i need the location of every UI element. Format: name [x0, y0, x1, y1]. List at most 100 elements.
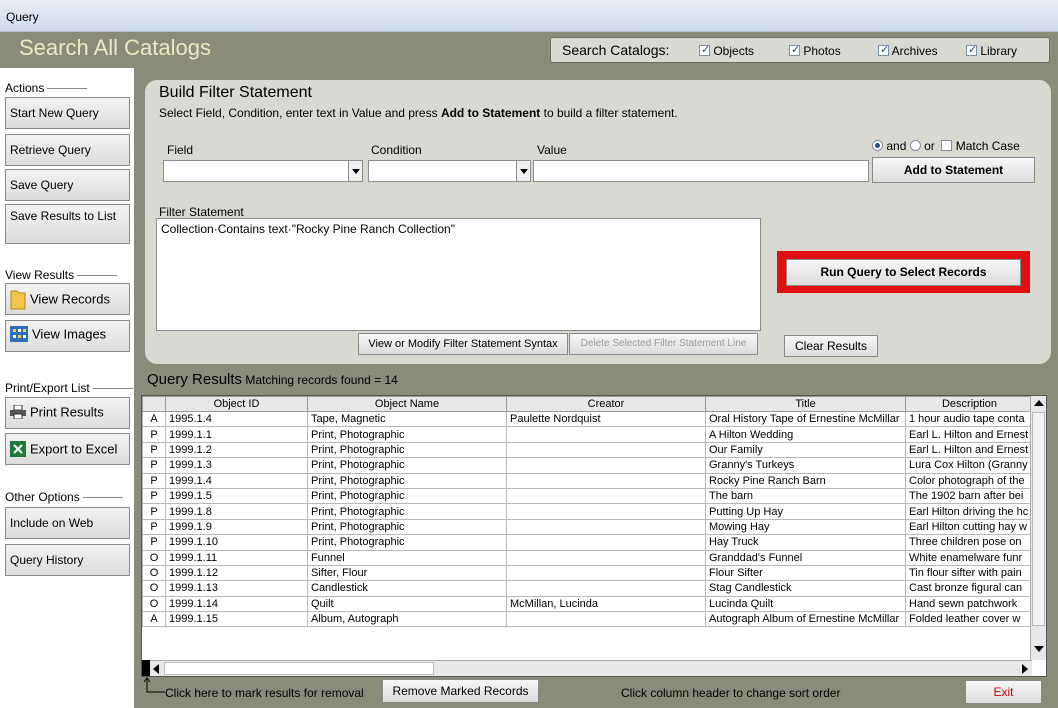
- cell-object-name[interactable]: Funnel: [307, 549, 507, 566]
- cell-catalog[interactable]: A: [142, 611, 166, 628]
- scroll-up-icon[interactable]: [1034, 400, 1044, 406]
- cell-description[interactable]: Earl L. Hilton and Ernest: [905, 441, 1034, 459]
- table-row[interactable]: P 1999.1.10 Print, Photographic Hay Truck Th…: [142, 534, 1034, 551]
- delete-filter-line-button[interactable]: Delete Selected Filter Statement Line: [569, 333, 758, 355]
- cell-object-name[interactable]: Candlestick: [307, 580, 507, 597]
- cell-creator[interactable]: [506, 472, 706, 489]
- cell-creator[interactable]: [506, 564, 706, 582]
- cell-object-id[interactable]: 1995.1.4: [165, 410, 308, 428]
- cell-description[interactable]: Earl L. Hilton and Ernest: [905, 426, 1034, 443]
- cell-object-name[interactable]: Quilt: [307, 595, 507, 613]
- export-to-excel-button[interactable]: Export to Excel: [5, 433, 130, 465]
- column-header-title[interactable]: Title: [705, 396, 906, 412]
- table-row[interactable]: A 1995.1.4 Tape, Magnetic Paulette Nordquis…: [142, 410, 1034, 428]
- cell-creator[interactable]: Paulette Nordquist: [506, 410, 706, 428]
- cell-creator[interactable]: [506, 549, 706, 566]
- cell-object-name[interactable]: Print, Photographic: [307, 518, 507, 536]
- cell-catalog[interactable]: P: [142, 503, 166, 520]
- cell-object-name[interactable]: Print, Photographic: [307, 441, 507, 459]
- query-history-button[interactable]: Query History: [5, 544, 130, 576]
- cell-creator[interactable]: [506, 534, 706, 551]
- cell-object-name[interactable]: Print, Photographic: [307, 457, 507, 474]
- cell-description[interactable]: Tin flour sifter with pain: [905, 564, 1034, 582]
- column-header-description[interactable]: Description: [905, 396, 1034, 412]
- table-row[interactable]: P 1999.1.5 Print, Photographic The barn The …: [142, 487, 1034, 505]
- cell-title[interactable]: Granddad's Funnel: [705, 549, 906, 566]
- view-records-button[interactable]: View Records: [5, 283, 130, 315]
- cell-object-id[interactable]: 1999.1.15: [165, 611, 308, 628]
- print-results-button[interactable]: Print Results: [5, 397, 130, 429]
- cell-object-name[interactable]: Sifter, Flour: [307, 564, 507, 582]
- results-grid[interactable]: Object ID Object Name Creator Title Desc…: [141, 395, 1047, 677]
- cell-title[interactable]: Stag Candlestick: [705, 580, 906, 597]
- cell-object-name[interactable]: Print, Photographic: [307, 426, 507, 443]
- start-new-query-button[interactable]: Start New Query: [5, 97, 130, 129]
- vertical-scroll-thumb[interactable]: [1032, 412, 1045, 626]
- catalog-archives-checkbox[interactable]: Archives: [878, 43, 938, 58]
- scroll-right-icon[interactable]: [1022, 664, 1028, 674]
- and-radio[interactable]: [872, 140, 883, 151]
- cell-description[interactable]: Earl Hilton driving the hc: [905, 503, 1034, 520]
- scroll-left-icon[interactable]: [153, 664, 159, 674]
- cell-creator[interactable]: [506, 457, 706, 474]
- chevron-down-icon[interactable]: [516, 160, 531, 182]
- table-row[interactable]: O 1999.1.12 Sifter, Flour Flour Sifter Tin f…: [142, 564, 1034, 582]
- view-images-button[interactable]: View Images: [5, 320, 130, 352]
- cell-title[interactable]: Putting Up Hay: [705, 503, 906, 520]
- save-results-to-list-button[interactable]: Save Results to List: [5, 204, 130, 244]
- value-input[interactable]: [533, 160, 869, 182]
- column-header-creator[interactable]: Creator: [506, 396, 706, 412]
- cell-catalog[interactable]: O: [142, 595, 166, 613]
- column-header-object-id[interactable]: Object ID: [165, 396, 308, 412]
- cell-description[interactable]: Earl Hilton cutting hay w: [905, 518, 1034, 536]
- cell-creator[interactable]: [506, 441, 706, 459]
- exit-button[interactable]: Exit: [965, 680, 1042, 704]
- table-row[interactable]: P 1999.1.8 Print, Photographic Putting Up H…: [142, 503, 1034, 520]
- table-row[interactable]: P 1999.1.4 Print, Photographic Rocky Pine R…: [142, 472, 1034, 489]
- cell-creator[interactable]: [506, 487, 706, 505]
- cell-catalog[interactable]: A: [142, 410, 166, 428]
- cell-creator[interactable]: [506, 503, 706, 520]
- cell-object-name[interactable]: Tape, Magnetic: [307, 410, 507, 428]
- cell-catalog[interactable]: O: [142, 580, 166, 597]
- cell-object-id[interactable]: 1999.1.10: [165, 534, 308, 551]
- cell-description[interactable]: Three children pose on: [905, 534, 1034, 551]
- cell-catalog[interactable]: P: [142, 518, 166, 536]
- cell-creator[interactable]: [506, 426, 706, 443]
- cell-object-name[interactable]: Print, Photographic: [307, 534, 507, 551]
- view-modify-syntax-button[interactable]: View or Modify Filter Statement Syntax: [358, 333, 568, 355]
- cell-object-id[interactable]: 1999.1.14: [165, 595, 308, 613]
- cell-object-id[interactable]: 1999.1.12: [165, 564, 308, 582]
- save-query-button[interactable]: Save Query: [5, 169, 130, 201]
- cell-catalog[interactable]: P: [142, 441, 166, 459]
- table-row[interactable]: O 1999.1.11 Funnel Granddad's Funnel White e…: [142, 549, 1034, 566]
- cell-creator[interactable]: [506, 580, 706, 597]
- cell-object-id[interactable]: 1999.1.2: [165, 441, 308, 459]
- cell-title[interactable]: Oral History Tape of Ernestine McMillar: [705, 410, 906, 428]
- cell-title[interactable]: Flour Sifter: [705, 564, 906, 582]
- cell-catalog[interactable]: P: [142, 472, 166, 489]
- cell-catalog[interactable]: P: [142, 457, 166, 474]
- cell-object-id[interactable]: 1999.1.1: [165, 426, 308, 443]
- cell-catalog[interactable]: O: [142, 564, 166, 582]
- include-on-web-button[interactable]: Include on Web: [5, 507, 130, 539]
- cell-description[interactable]: Color photograph of the: [905, 472, 1034, 489]
- cell-object-id[interactable]: 1999.1.3: [165, 457, 308, 474]
- filter-statement-box[interactable]: Collection·Contains text·"Rocky Pine Ran…: [156, 218, 761, 331]
- table-row[interactable]: A 1999.1.15 Album, Autograph Autograph Albu…: [142, 611, 1034, 628]
- or-radio[interactable]: [909, 140, 921, 151]
- cell-title[interactable]: The barn: [705, 487, 906, 505]
- field-select[interactable]: [163, 160, 363, 182]
- table-row[interactable]: P 1999.1.9 Print, Photographic Mowing Hay Ea…: [142, 518, 1034, 536]
- cell-title[interactable]: Granny's Turkeys: [705, 457, 906, 474]
- table-row[interactable]: P 1999.1.1 Print, Photographic A Hilton Wed…: [142, 426, 1034, 443]
- catalog-library-checkbox[interactable]: Library: [966, 43, 1017, 58]
- cell-description[interactable]: Cast bronze figural can: [905, 580, 1034, 597]
- table-row[interactable]: O 1999.1.13 Candlestick Stag Candlestick Cas…: [142, 580, 1034, 597]
- chevron-down-icon[interactable]: [348, 160, 363, 182]
- cell-object-id[interactable]: 1999.1.8: [165, 503, 308, 520]
- table-row[interactable]: P 1999.1.2 Print, Photographic Our Family Ea…: [142, 441, 1034, 459]
- run-query-button[interactable]: Run Query to Select Records: [786, 259, 1021, 286]
- retrieve-query-button[interactable]: Retrieve Query: [5, 134, 130, 166]
- remove-marked-records-button[interactable]: Remove Marked Records: [382, 679, 539, 703]
